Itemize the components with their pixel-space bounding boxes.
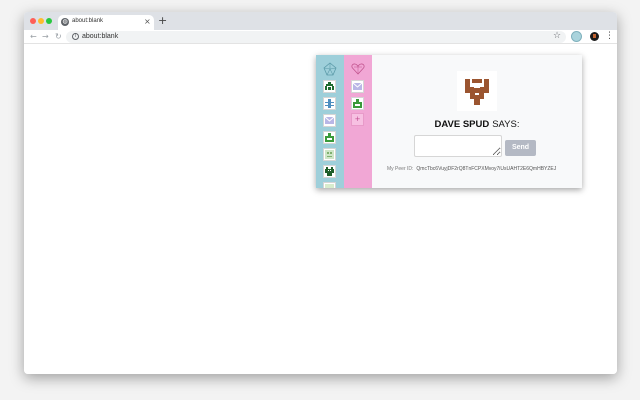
tab-strip: ◍ about:blank × + [24, 12, 617, 30]
peer-avatar-icon[interactable] [323, 80, 336, 93]
profile-avatar-icon[interactable] [590, 32, 599, 41]
send-button[interactable]: Send [505, 140, 536, 156]
new-tab-button[interactable]: + [158, 15, 167, 27]
user-name: DAVE SPUD [434, 119, 490, 130]
address-bar[interactable]: i about:blank [66, 31, 566, 43]
browser-menu-icon[interactable]: ⋮ [605, 30, 614, 42]
reload-button[interactable]: ↻ [55, 31, 62, 43]
peer-avatar-icon[interactable] [323, 114, 336, 127]
extension-icon[interactable] [571, 31, 582, 42]
says-label: SAYS: [492, 119, 520, 130]
chat-heading: DAVE SPUD SAYS: [372, 119, 582, 130]
window-close-button[interactable] [30, 18, 36, 24]
peer-avatar-icon[interactable] [323, 182, 336, 188]
window-maximize-button[interactable] [46, 18, 52, 24]
peer-id: My Peer ID: QmcTbc6VuyjDF2rQ8TnFCPXMvoy7i… [387, 166, 556, 172]
peer-avatar-icon[interactable] [323, 131, 336, 144]
url-text[interactable]: about:blank [82, 32, 118, 42]
add-chat-button[interactable]: + [351, 113, 364, 126]
bookmark-star-icon[interactable]: ☆ [553, 30, 561, 42]
window-minimize-button[interactable] [38, 18, 44, 24]
peer-avatar-icon[interactable] [323, 97, 336, 110]
heart-network-icon [351, 63, 365, 75]
message-input[interactable] [414, 135, 502, 157]
peer-id-label: My Peer ID: [387, 166, 414, 172]
chat-list-column: + [344, 55, 372, 188]
network-graph-icon [323, 62, 337, 76]
extension-popup: + DAVE SPUD SAYS: Send My Peer ID: QmcTb… [316, 55, 582, 188]
peer-avatar-icon[interactable] [323, 165, 336, 178]
avatar [457, 71, 497, 111]
page-viewport: + DAVE SPUD SAYS: Send My Peer ID: QmcTb… [24, 45, 617, 374]
browser-window: ◍ about:blank × + ← → ↻ i about:blank ☆ … [24, 12, 617, 374]
chat-avatar-icon[interactable] [351, 80, 364, 93]
peer-avatar-icon[interactable] [323, 148, 336, 161]
info-icon[interactable]: i [72, 33, 79, 40]
tab-title: about:blank [72, 18, 104, 24]
tab-close-icon[interactable]: × [144, 17, 151, 27]
peer-list-column [316, 55, 344, 188]
user-avatar-icon [465, 79, 489, 105]
peer-id-value: QmcTbc6VuyjDF2rQ8TnFCPXMvoy7iUsUAHT2E6Qm… [416, 166, 557, 172]
browser-toolbar: ← → ↻ i about:blank ☆ ⋮ [24, 30, 617, 44]
chat-main-panel: DAVE SPUD SAYS: Send My Peer ID: QmcTbc6Vu… [372, 55, 582, 188]
forward-button[interactable]: → [42, 31, 49, 43]
globe-icon: ◍ [61, 18, 69, 26]
chat-avatar-icon[interactable] [351, 97, 364, 110]
tab-about-blank[interactable]: ◍ about:blank × [58, 15, 154, 30]
back-button[interactable]: ← [30, 31, 37, 43]
